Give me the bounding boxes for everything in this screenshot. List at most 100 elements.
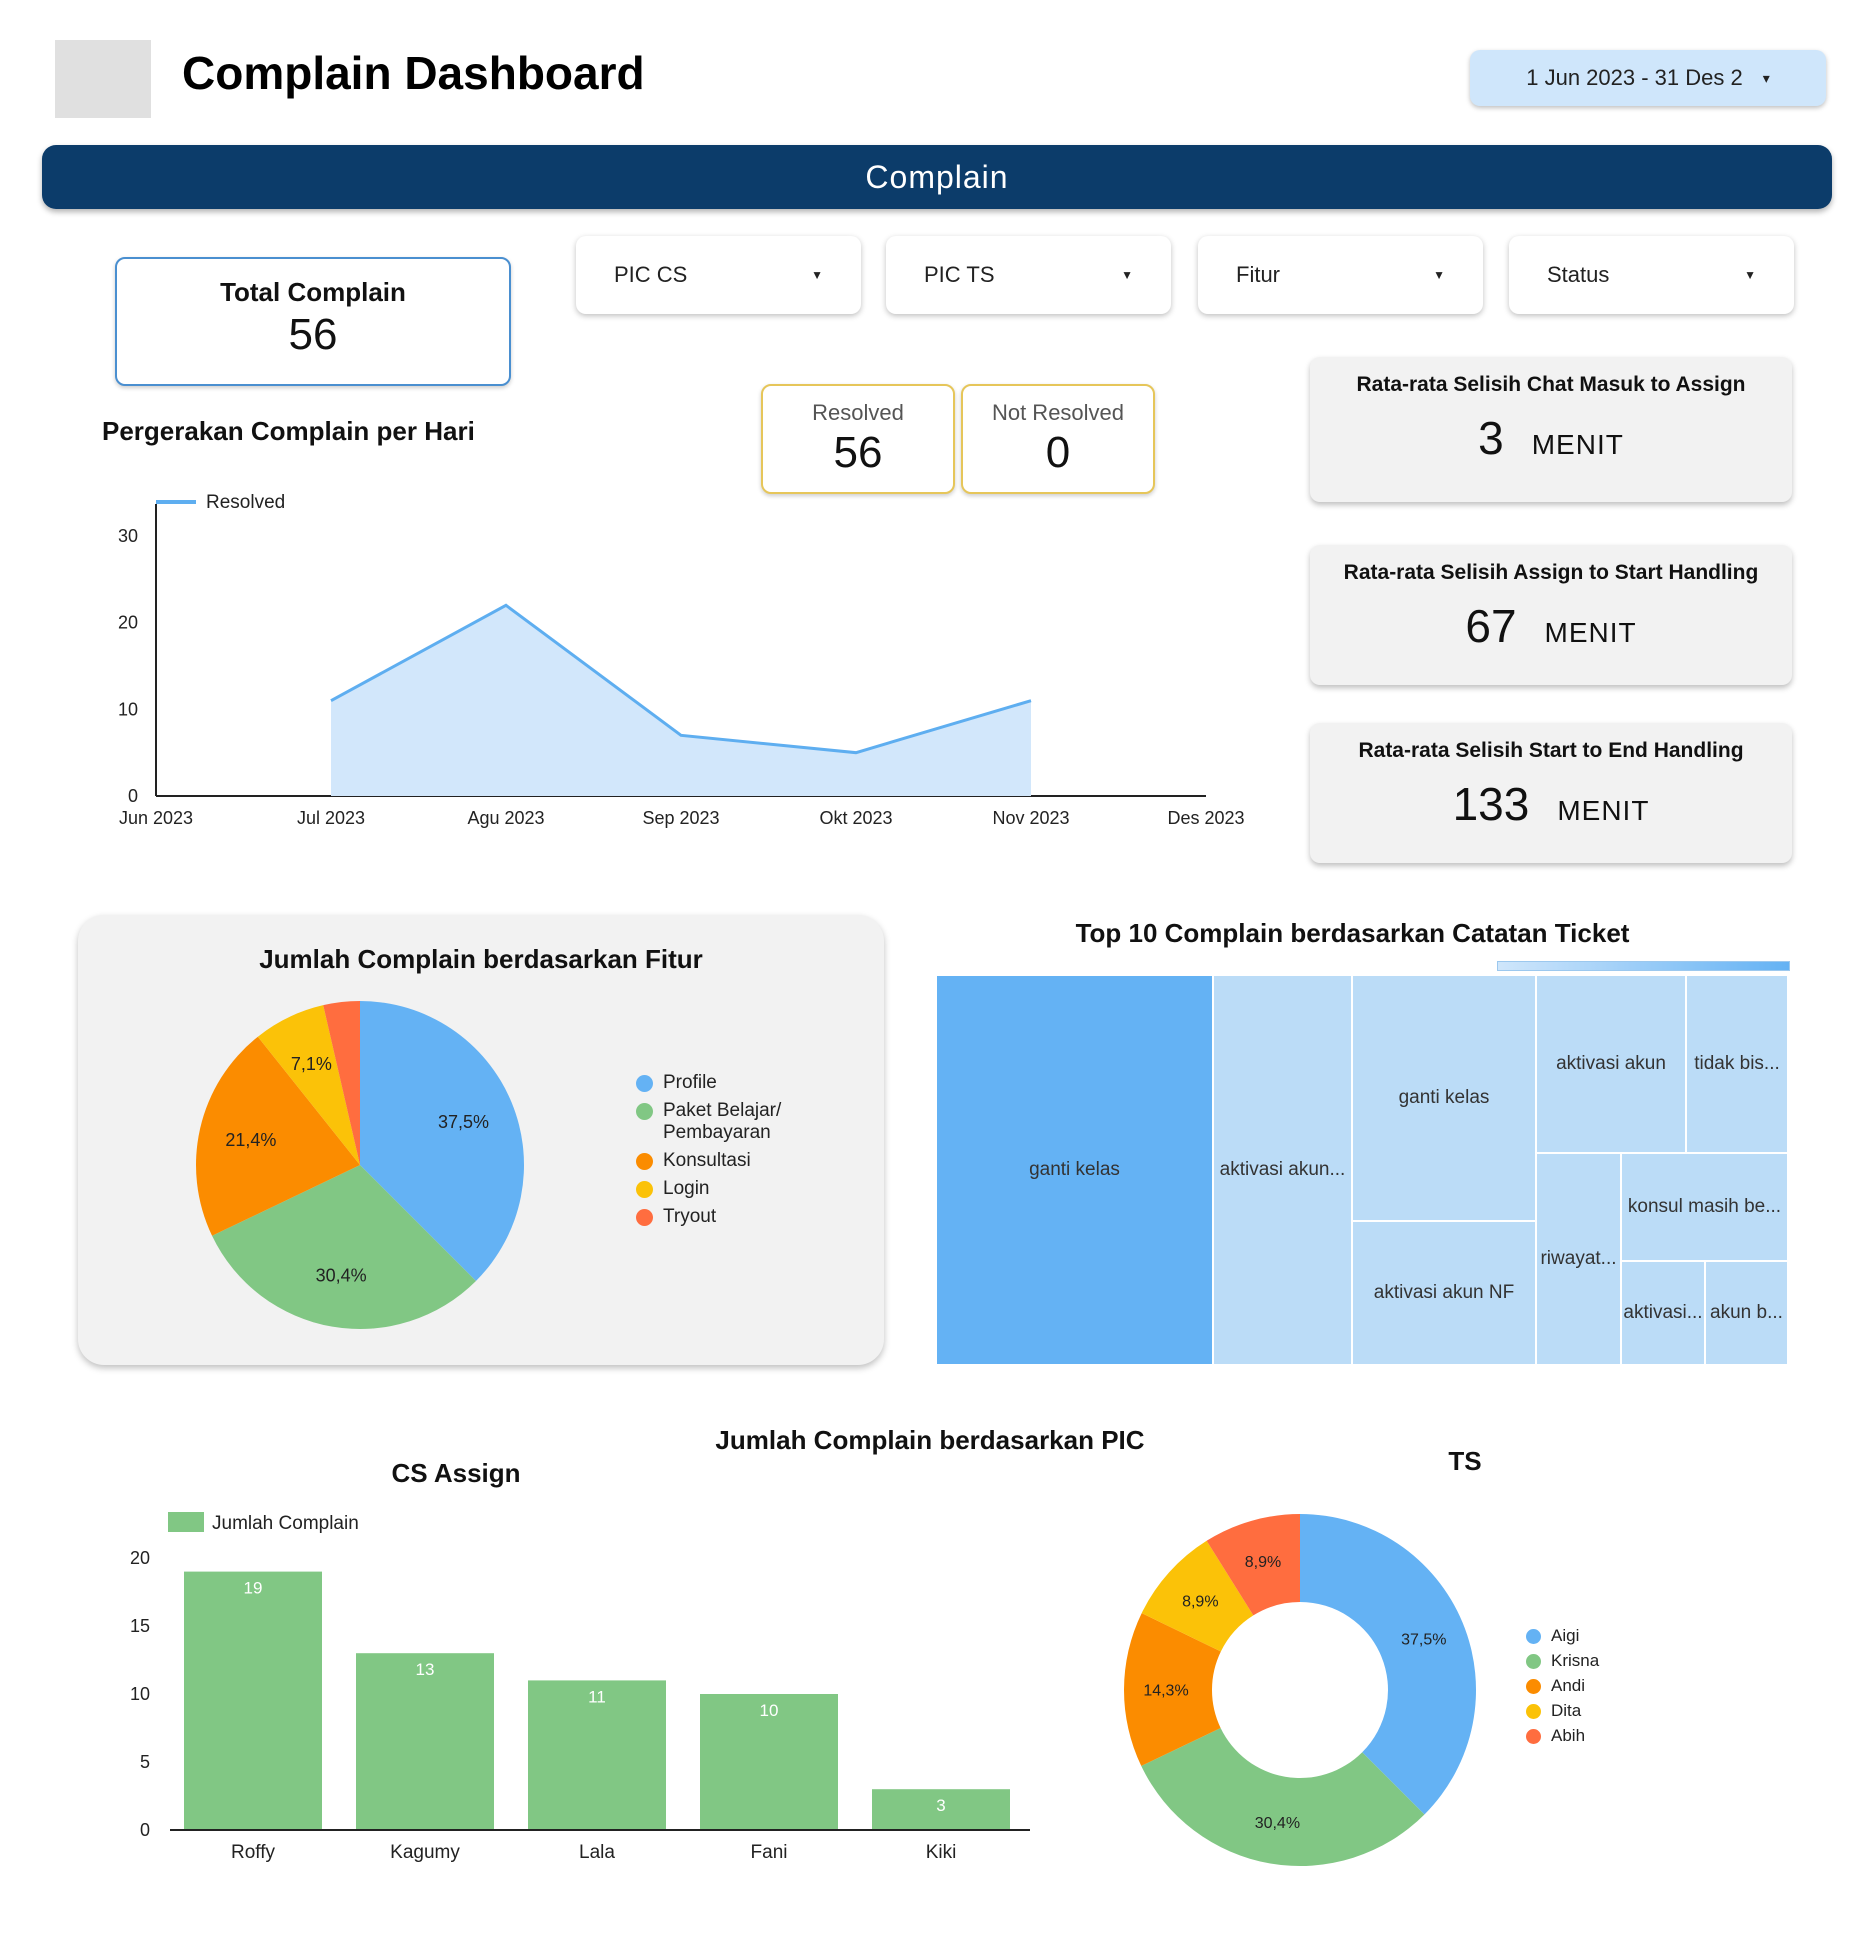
filter-pic-ts[interactable]: PIC TS ▼ (886, 236, 1171, 314)
bar[interactable] (184, 1571, 322, 1830)
date-range-picker[interactable]: 1 Jun 2023 - 31 Des 2 ▾ (1470, 50, 1826, 106)
filter-label: Status (1547, 262, 1610, 287)
metric-label: Rata-rata Selisih Chat Masuk to Assign (1356, 373, 1746, 396)
legend-dot-icon (1526, 1629, 1541, 1644)
slice-label: 37,5% (438, 1112, 489, 1132)
x-tick-label: Okt 2023 (819, 808, 892, 828)
complain-trend-chart: Resolved 0 10 20 30 Jun 2023 Jul 2023 Agu 2023… (118, 492, 1245, 828)
y-tick-label: 10 (118, 699, 138, 719)
slice-label: 21,4% (225, 1130, 276, 1150)
x-tick-label: Kiki (926, 1842, 957, 1863)
cs-assign-bar-chart: Jumlah Complain 0 5 10 15 20 19 Roffy 13 Kagumy… (130, 1512, 1030, 1863)
treemap-title: Top 10 Complain berdasarkan Catatan Tick… (1075, 918, 1630, 948)
legend-dot-icon (1526, 1679, 1541, 1694)
resolved-card: Resolved 56 (761, 384, 955, 494)
legend-label: Konsultasi (663, 1150, 751, 1171)
pie-slice[interactable] (1300, 1514, 1476, 1815)
legend-dot-icon (636, 1209, 653, 1226)
bar-value-label: 19 (244, 1579, 263, 1598)
not-resolved-label: Not Resolved (991, 400, 1125, 425)
treemap-cell[interactable]: aktivasi... (1621, 1261, 1705, 1365)
filter-fitur[interactable]: Fitur ▼ (1198, 236, 1483, 314)
total-complain-card: Total Complain 56 (115, 257, 511, 386)
legend-item: Konsultasi (636, 1150, 856, 1172)
legend-dot-icon (1526, 1729, 1541, 1744)
metric-card-start-to-end: Rata-rata Selisih Start to End Handling … (1310, 723, 1792, 863)
chevron-down-icon: ▾ (1762, 69, 1770, 86)
legend-swatch (168, 1512, 204, 1532)
legend-label: Jumlah Complain (212, 1513, 359, 1534)
legend-label: Profile (663, 1072, 717, 1093)
treemap-cell[interactable]: aktivasi akun... (1213, 975, 1352, 1365)
legend-item: Dita (1526, 1701, 1676, 1721)
cs-assign-title: CS Assign (391, 1458, 521, 1488)
y-tick-label: 20 (130, 1548, 150, 1568)
resolved-value: 56 (833, 428, 883, 477)
area-fill (331, 605, 1031, 796)
treemap-cell[interactable]: ganti kelas (1352, 975, 1536, 1221)
treemap-cell[interactable]: aktivasi akun (1536, 975, 1686, 1153)
x-tick-label: Jul 2023 (297, 808, 365, 828)
treemap-cell[interactable]: akun b... (1705, 1261, 1788, 1365)
y-tick-label: 15 (130, 1616, 150, 1636)
legend-item: Tryout (636, 1206, 856, 1228)
slice-label: 7,1% (291, 1054, 332, 1074)
metric-unit: MENIT (1557, 795, 1650, 826)
treemap-cell[interactable]: konsul masih be... (1621, 1153, 1788, 1261)
treemap-cell[interactable]: ganti kelas (936, 975, 1213, 1365)
bar[interactable] (356, 1653, 494, 1830)
legend-dot-icon (636, 1103, 653, 1120)
legend-dot-icon (636, 1075, 653, 1092)
legend-label: Resolved (206, 492, 285, 513)
filter-status[interactable]: Status ▼ (1509, 236, 1794, 314)
legend-item: Aigi (1526, 1626, 1676, 1646)
logo-placeholder (55, 40, 151, 118)
metric-unit: MENIT (1531, 429, 1624, 460)
filter-label: Fitur (1236, 262, 1280, 287)
metric-label: Rata-rata Selisih Start to End Handling (1358, 739, 1744, 762)
metric-label: Rata-rata Selisih Assign to Start Handli… (1343, 561, 1759, 584)
dropdown-arrow-icon: ▼ (1121, 268, 1133, 282)
slice-label: 8,9% (1182, 1593, 1218, 1610)
metric-unit: MENIT (1544, 617, 1637, 648)
filter-label: PIC TS (924, 262, 995, 287)
dropdown-arrow-icon: ▼ (1744, 268, 1756, 282)
y-tick-label: 5 (140, 1752, 150, 1772)
x-tick-label: Kagumy (390, 1842, 460, 1863)
legend-dot-icon (1526, 1704, 1541, 1719)
legend-label: Abih (1551, 1726, 1586, 1745)
treemap-chart: ganti kelas aktivasi akun... ganti kelas… (936, 975, 1788, 1365)
filter-pic-cs[interactable]: PIC CS ▼ (576, 236, 861, 314)
treemap-cell[interactable]: riwayat... (1536, 1153, 1621, 1365)
treemap-cell[interactable]: aktivasi akun NF (1352, 1221, 1536, 1365)
legend-swatch (156, 500, 196, 504)
filter-label: PIC CS (614, 262, 688, 287)
fitur-pie-chart: 37,5% 30,4% 21,4% 7,1% (196, 1001, 524, 1329)
not-resolved-value: 0 (1045, 428, 1071, 477)
x-tick-label: Lala (579, 1842, 615, 1863)
bar-value-label: 3 (936, 1796, 945, 1815)
legend-item: Login (636, 1178, 856, 1200)
resolved-label: Resolved (812, 400, 904, 425)
total-complain-label: Total Complain (220, 277, 406, 307)
ts-donut-chart: 37,5% 30,4% 14,3% 8,9% 8,9% (1124, 1514, 1476, 1866)
fitur-legend: Profile Paket Belajar/ Pembayaran Konsul… (636, 1072, 856, 1234)
ts-title: TS (1448, 1446, 1482, 1476)
legend-label: Tryout (663, 1206, 717, 1227)
legend-item: Paket Belajar/ Pembayaran (636, 1100, 856, 1144)
legend-label: Andi (1551, 1676, 1586, 1695)
legend-dot-icon (1526, 1654, 1541, 1669)
line-chart-title: Pergerakan Complain per Hari (102, 416, 475, 446)
bar-value-label: 13 (416, 1660, 435, 1679)
metric-card-chat-to-assign: Rata-rata Selisih Chat Masuk to Assign 3… (1310, 357, 1792, 502)
treemap-cell[interactable]: tidak bis... (1686, 975, 1788, 1153)
total-complain-value: 56 (288, 310, 338, 359)
metric-value: 133 (1452, 778, 1530, 830)
x-tick-label: Nov 2023 (992, 808, 1069, 828)
legend-label: Login (663, 1178, 710, 1199)
ts-legend: Aigi Krisna Andi Dita Abih (1526, 1626, 1676, 1751)
y-tick-label: 10 (130, 1684, 150, 1704)
legend-item: Andi (1526, 1676, 1676, 1696)
pie-chart-title: Jumlah Complain berdasarkan Fitur (259, 944, 703, 974)
pic-section-title: Jumlah Complain berdasarkan PIC (715, 1425, 1145, 1455)
